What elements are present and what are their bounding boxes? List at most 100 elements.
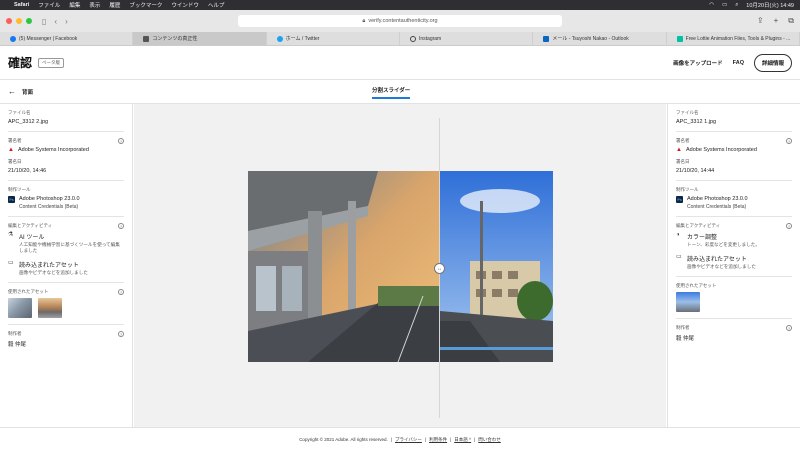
beta-badge: ベータ版 — [38, 57, 65, 68]
app-header: 確認 ベータ版 画像をアップロード FAQ 詳細情報 — [0, 46, 800, 80]
activity-desc: 人工知能や機械学習に基づくツールを使って編集しました — [19, 242, 120, 253]
menubar-item-window[interactable]: ウインドウ — [171, 1, 199, 9]
wifi-icon[interactable]: ◠ — [709, 2, 714, 8]
facebook-icon — [10, 35, 16, 42]
menubar-item-edit[interactable]: 編集 — [69, 1, 80, 9]
faq-link[interactable]: FAQ — [733, 60, 744, 66]
color-adjust-icon: ◑ — [676, 232, 680, 238]
file-name-value: APC_3312 2.jpg — [8, 119, 49, 125]
file-name-value: APC_3312 1.jpg — [676, 119, 717, 125]
menubar-clock[interactable]: 10月20日(火) 14:49 — [746, 1, 794, 9]
folder-icon: ▭ — [8, 260, 14, 266]
tab-outlook[interactable]: メール - Tsuyoshi Nakao - Outlook — [533, 32, 667, 45]
ai-tool-icon: ⚗ — [8, 232, 14, 238]
minimize-window-icon[interactable] — [16, 18, 22, 24]
menubar-app-name[interactable]: Safari — [14, 2, 29, 8]
compare-subheader: ← 背面 分割スライダー — [0, 80, 800, 104]
tab-split-slider[interactable]: 分割スライダー — [372, 86, 411, 99]
adobe-logo-icon: ▲ — [676, 147, 682, 153]
tool-subvalue: Content Credentials (Beta) — [687, 204, 747, 210]
tool-subvalue: Content Credentials (Beta) — [19, 204, 79, 210]
tab-label: (5) Messenger | Facebook — [19, 35, 78, 42]
tool-value: Adobe Photoshop 23.0.0 — [19, 196, 80, 202]
address-bar[interactable]: 🔒︎ verify.contentauthenticity.org — [238, 15, 562, 27]
asset-thumbnail[interactable] — [38, 298, 62, 318]
help-icon[interactable]: ? — [786, 325, 792, 331]
close-window-icon[interactable] — [6, 18, 12, 24]
left-info-panel: ファイル名 APC_3312 2.jpg 署名者 ? ▲ Adobe Syste… — [0, 104, 133, 427]
window-controls — [6, 18, 32, 24]
site-icon — [143, 35, 150, 42]
producer-section: 制作者 ? 毅 仲尾 — [676, 319, 792, 348]
tool-value: Adobe Photoshop 23.0.0 — [687, 196, 748, 202]
tab-instagram[interactable]: Instagram — [400, 32, 534, 45]
help-icon[interactable]: ? — [118, 138, 124, 144]
footer-separator: | — [424, 437, 427, 442]
browser-toolbar: ▯ ‹ › 🔒︎ verify.contentauthenticity.org … — [0, 10, 800, 32]
arrow-left-icon: ← — [8, 87, 16, 96]
menubar-item-view[interactable]: 表示 — [89, 1, 100, 9]
upload-image-link[interactable]: 画像をアップロード — [673, 59, 723, 67]
footer-separator: | — [390, 437, 392, 442]
file-name-section: ファイル名 APC_3312 2.jpg — [8, 104, 124, 132]
tab-twitter[interactable]: ホーム / Twitter — [267, 32, 400, 45]
page-title: 確認 — [8, 56, 33, 70]
signer-value: Adobe Systems Incorporated — [686, 147, 757, 153]
activity-section: 編集とアクティビティ ? ◑ カラー調整 トーン、彩度などを変更しました。 ▭ … — [676, 217, 792, 277]
contact-link[interactable]: 問い合わせ — [478, 437, 501, 443]
new-tab-icon[interactable]: + — [774, 16, 779, 26]
signed-date-label: 署名日 — [676, 159, 690, 164]
producer-label: 制作者 — [676, 325, 690, 330]
forward-icon[interactable]: › — [65, 17, 68, 26]
back-button[interactable]: ← 背面 — [8, 87, 33, 96]
help-icon[interactable]: ? — [786, 223, 792, 229]
tab-lottie[interactable]: Free Lottie Animation Files, Tools & Plu… — [667, 32, 800, 45]
asset-thumbnail[interactable] — [676, 292, 700, 312]
signer-value: Adobe Systems Incorporated — [18, 147, 89, 153]
outlook-icon — [543, 35, 550, 42]
menubar-item-help[interactable]: ヘルプ — [208, 1, 225, 9]
assets-label: 使用されたアセット — [676, 283, 717, 288]
tab-content-authenticity[interactable]: コンテンツの真正性 — [133, 32, 267, 45]
activity-title: カラー調整 — [687, 235, 718, 241]
search-icon[interactable]: ⌕ — [735, 2, 738, 9]
back-icon[interactable]: ‹ — [54, 17, 57, 26]
activity-title: 読み込まれたアセット — [687, 257, 747, 263]
help-icon[interactable]: ? — [118, 223, 124, 229]
file-name-section: ファイル名 APC_3312 1.jpg — [676, 104, 792, 132]
menubar-item-history[interactable]: 履歴 — [109, 1, 120, 9]
menubar-item-file[interactable]: ファイル — [38, 1, 60, 9]
tab-overview-icon[interactable]: ⧉ — [788, 16, 794, 26]
slider-handle[interactable]: ↔ — [434, 263, 445, 274]
battery-icon[interactable]: ▭ — [722, 2, 727, 8]
activity-section: 編集とアクティビティ ? ⚗ AI ツール 人工知能や機械学習に基づくツールを使… — [8, 217, 124, 283]
assets-section: 使用されたアセット — [676, 277, 792, 319]
copyright-text: Copyright © 2021 Adobe. All rights reser… — [299, 437, 388, 442]
menubar-item-bookmarks[interactable]: ブックマーク — [129, 1, 162, 9]
asset-thumbnail[interactable] — [8, 298, 32, 318]
tab-label: Instagram — [418, 35, 442, 42]
macos-menubar: Safari ファイル 編集 表示 履歴 ブックマーク ウインドウ ヘルプ ◠ … — [0, 0, 800, 10]
footer-separator: | — [474, 437, 476, 442]
lock-icon: 🔒︎ — [362, 17, 366, 24]
activity-title: 読み込まれたアセット — [19, 263, 79, 269]
help-icon[interactable]: ? — [118, 289, 124, 295]
privacy-link[interactable]: プライバシー — [395, 437, 422, 443]
help-icon[interactable]: ? — [786, 138, 792, 144]
right-image-original — [440, 171, 553, 362]
help-icon[interactable]: ? — [118, 331, 124, 337]
share-icon[interactable]: ⇪ — [757, 16, 764, 26]
sidebar-toggle-icon[interactable]: ▯ — [42, 17, 46, 26]
tool-section: 制作ツール Ps Adobe Photoshop 23.0.0 Content … — [676, 181, 792, 217]
producer-section: 制作者 ? 毅 仲尾 — [8, 325, 124, 354]
assets-label: 使用されたアセット — [8, 289, 49, 294]
signed-date-label: 署名日 — [8, 159, 22, 164]
details-button[interactable]: 詳細情報 — [753, 53, 792, 72]
folder-icon: ▭ — [676, 254, 682, 260]
language-selector[interactable]: 日本語 ^ — [454, 437, 471, 443]
file-name-label: ファイル名 — [676, 110, 699, 115]
tab-messenger[interactable]: (5) Messenger | Facebook — [0, 32, 134, 45]
zoom-window-icon[interactable] — [26, 18, 32, 24]
terms-link[interactable]: 利用条件 — [429, 437, 447, 443]
activity-label: 編集とアクティビティ — [8, 223, 53, 228]
